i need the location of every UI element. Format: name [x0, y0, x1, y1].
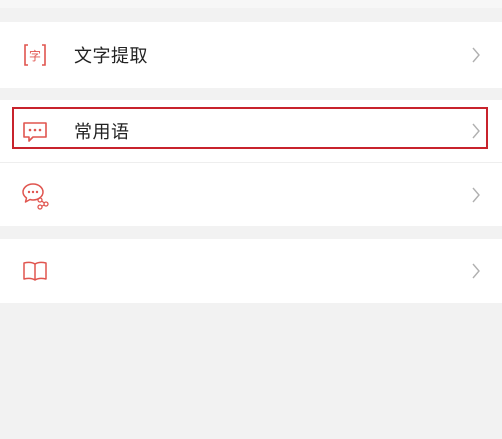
chevron-right-icon — [470, 261, 482, 281]
divider — [0, 162, 502, 163]
menu-group-1: 字 文字提取 — [0, 22, 502, 88]
settings-page: 字 文字提取 常用语 — [0, 0, 502, 439]
chevron-right-icon — [470, 121, 482, 141]
menu-item-chat-share[interactable] — [0, 166, 502, 224]
top-section — [0, 0, 502, 8]
chat-share-icon — [20, 180, 50, 210]
menu-item-book[interactable] — [0, 242, 502, 300]
text-extract-icon: 字 — [20, 40, 50, 70]
menu-item-label: 常用语 — [74, 122, 130, 143]
menu-item-text-extract[interactable]: 字 文字提取 — [0, 26, 502, 84]
menu-group-2: 常用语 — [0, 100, 502, 226]
svg-text:字: 字 — [29, 48, 41, 63]
menu-item-label: 文字提取 — [74, 46, 148, 67]
menu-group-3 — [0, 239, 502, 303]
book-icon — [20, 256, 50, 286]
menu-item-common-phrases[interactable]: 常用语 — [0, 102, 502, 160]
chat-bubble-icon — [20, 116, 50, 146]
chevron-right-icon — [470, 45, 482, 65]
chevron-right-icon — [470, 185, 482, 205]
